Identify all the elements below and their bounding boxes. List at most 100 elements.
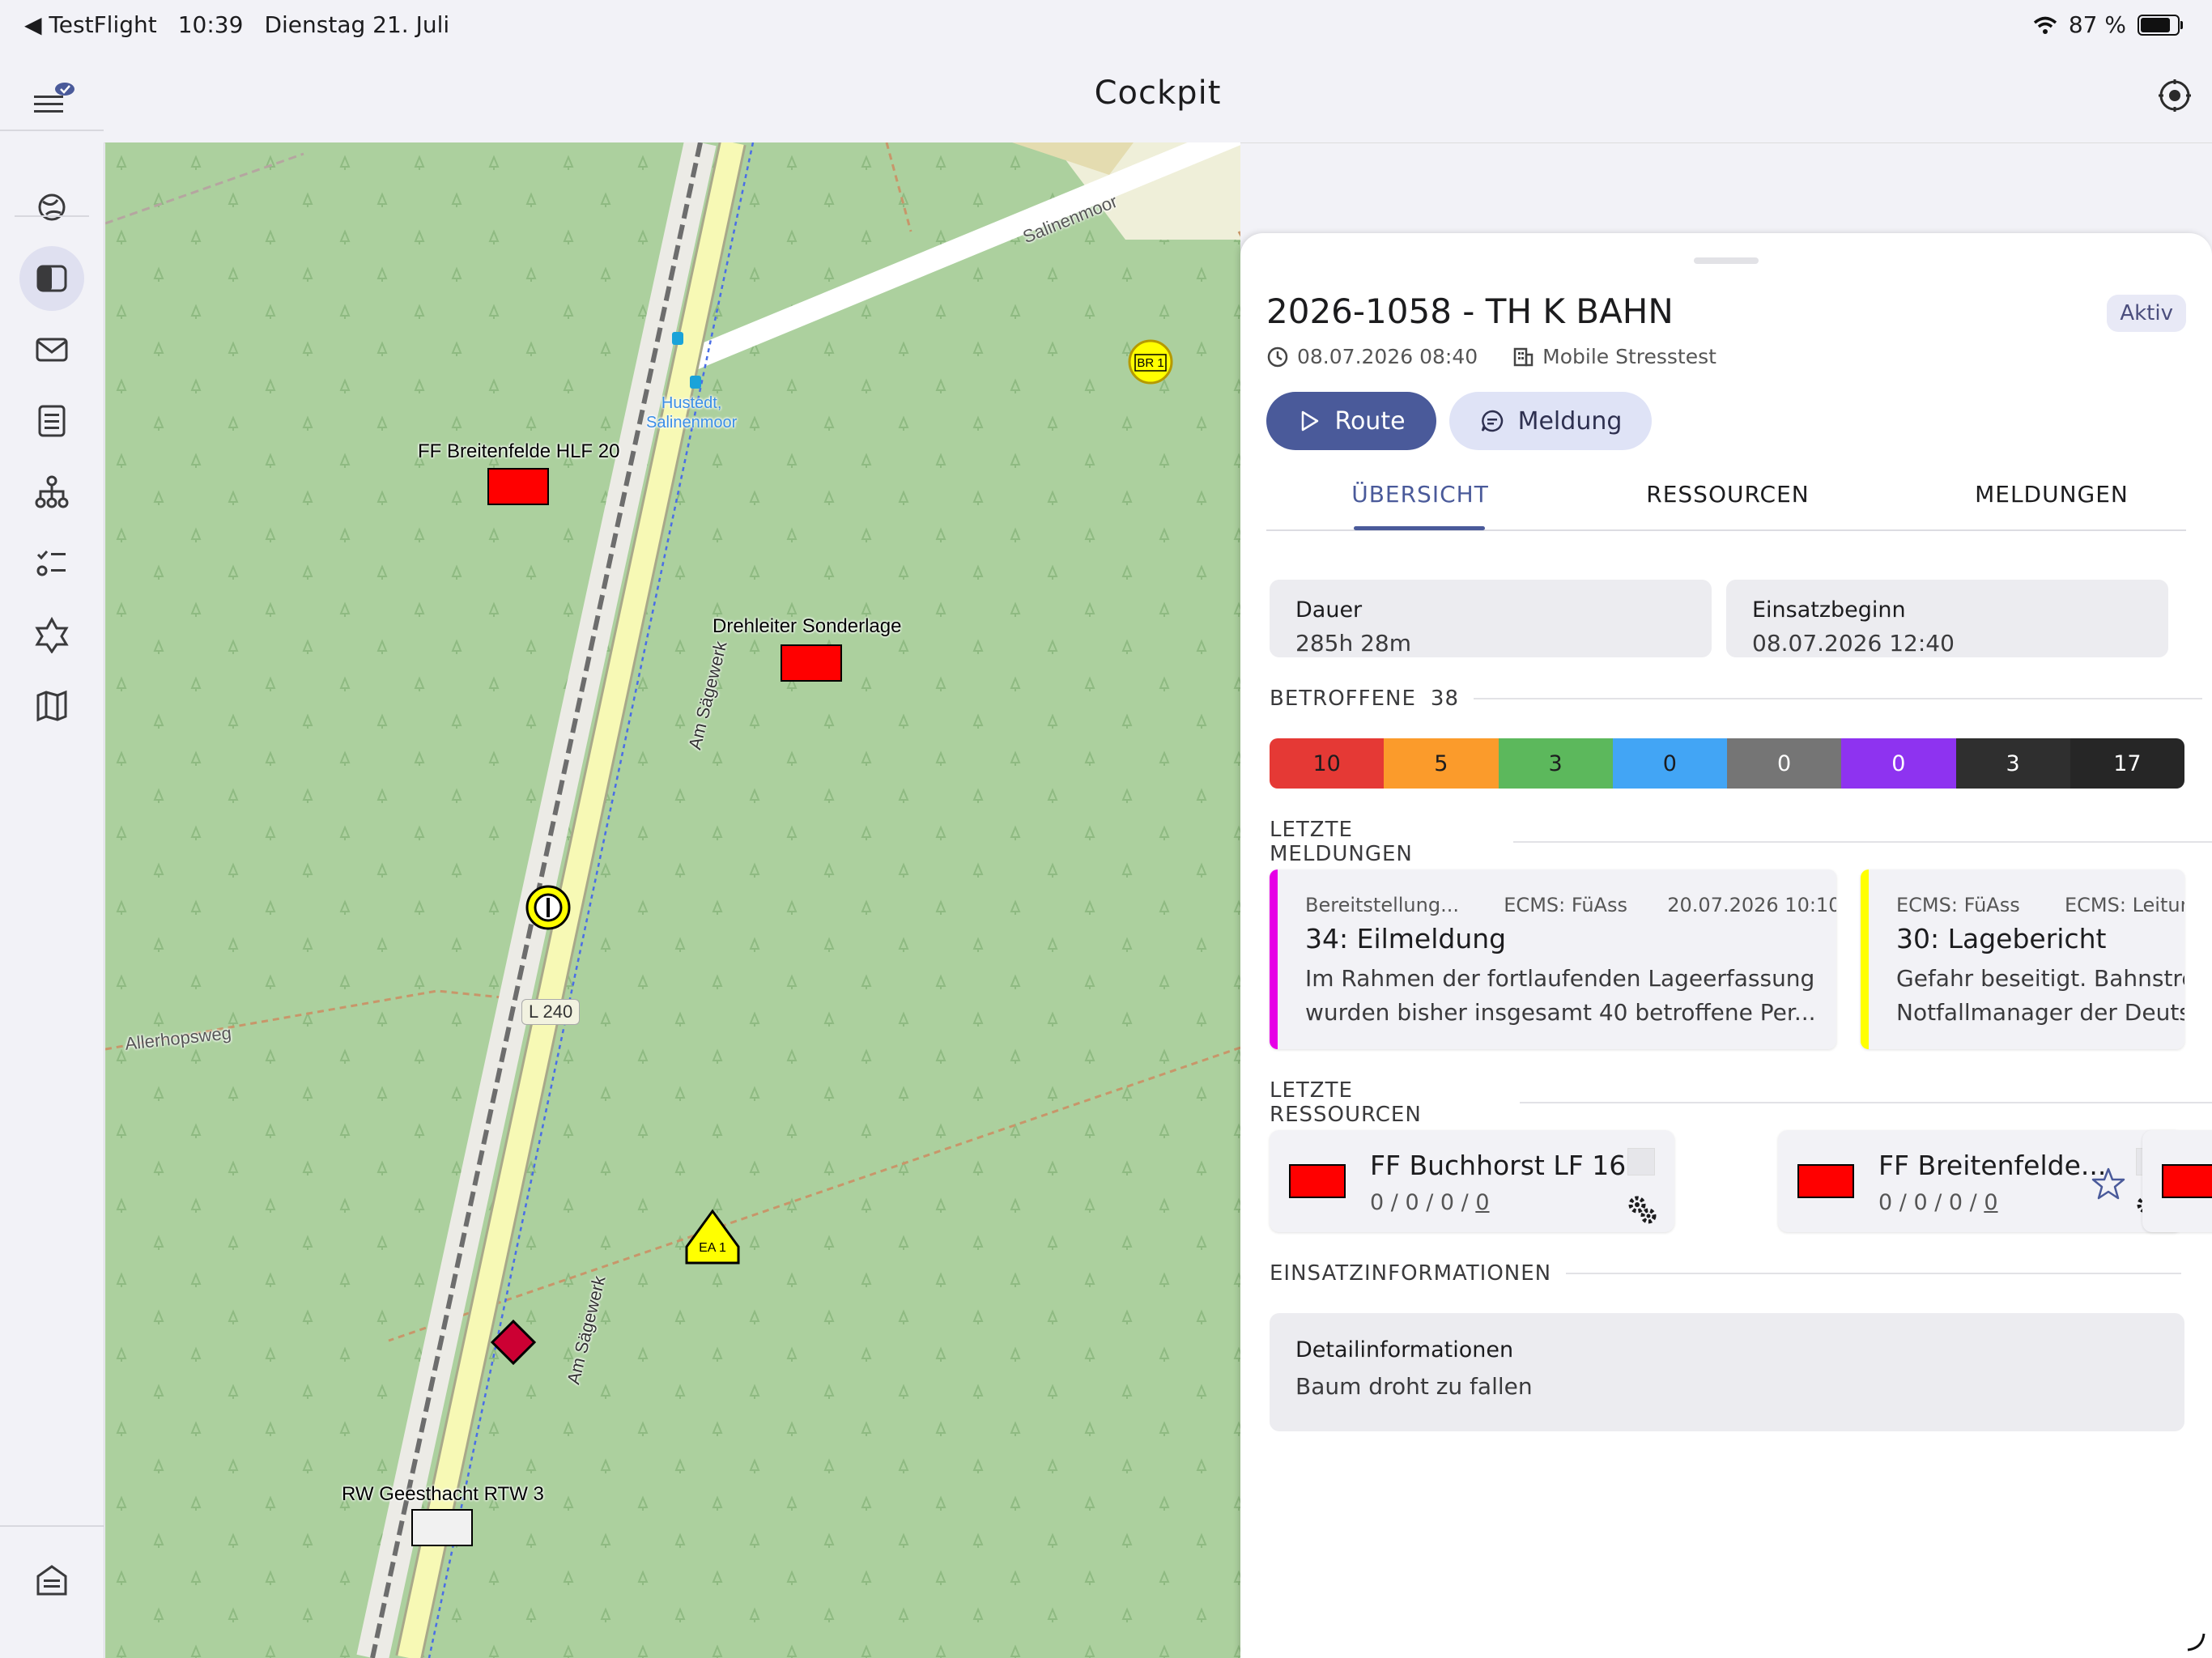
betroffene-segment: 0 [1612,738,1727,789]
panel-grabber[interactable] [1694,257,1759,264]
einsatzbeginn-card: Einsatzbeginn 08.07.2026 12:40 [1726,580,2168,657]
resource-card[interactable]: FF Breitenfelde... 0 / 0 / 0 / 0 [1778,1130,2183,1232]
message-from: Bereitstellung... [1305,894,1459,916]
hierarchy-icon [35,475,69,508]
detailinformationen-label: Detailinformationen [1295,1337,1514,1363]
dauer-value: 285h 28m [1295,630,1411,657]
betroffene-total: 38 [1430,687,1459,711]
sidebar-divider [0,130,104,131]
mail-icon [36,338,68,362]
vehicle-symbol [1289,1164,1346,1198]
message-body: Im Rahmen der fortlaufenden Lageerfassun… [1305,962,1823,1030]
star-icon[interactable] [2091,1166,2126,1201]
resource-counts-last: 0 [1475,1190,1490,1215]
betroffene-segment: 0 [1841,738,1956,789]
bus-stop-label: Hustedt, Salinenmoor [646,393,737,432]
document-list-icon [38,405,66,437]
message-header: ECMS: FüAss ECMS: Leitun [1896,894,2184,916]
message-body-line: Notfallmanager der Deuts [1896,999,2184,1026]
nav-medical[interactable] [19,602,84,667]
bus-stop-label-line2: Salinenmoor [646,414,738,432]
incident-meta: 08.07.2026 08:40 Mobile Stresstest [1266,345,1716,368]
betroffene-segment: 3 [1955,738,2070,789]
station-icon [36,1565,67,1596]
resource-counts-last: 0 [1984,1190,1998,1215]
header: Cockpit [104,52,2212,143]
sidebar-divider [0,1525,104,1527]
betroffene-header: BETROFFENE 38 [1270,687,2202,711]
bus-stop-label-line1: Hustedt, [661,394,722,412]
tab-meldungen[interactable]: MELDUNGEN [1930,481,2173,529]
battery-icon [2138,14,2183,36]
tab-uebersicht[interactable]: ÜBERSICHT [1315,481,1525,529]
nav-list[interactable] [19,389,84,453]
message-card[interactable]: Bereitstellung... ECMS: FüAss 20.07.2026… [1270,869,1836,1049]
marker-label-hlf20: FF Breitenfelde HLF 20 [418,440,620,462]
nav-map[interactable] [19,674,84,738]
marker-label-drehleiter: Drehleiter Sonderlage [713,615,902,637]
message-title: 34: Eilmeldung [1305,923,1507,954]
message-body-line: Im Rahmen der fortlaufenden Lageerfassun… [1305,965,1815,992]
message-time: 20.07.2026 10:10 [1667,894,1836,916]
message-to: ECMS: FüAss [1504,894,1627,916]
message-body-line: wurden bisher insgesamt 40 betroffene Pe… [1305,999,1816,1026]
resize-handle-icon[interactable] [2183,1629,2207,1653]
nav-checklist[interactable] [19,531,84,596]
nav-home[interactable] [19,1548,84,1613]
einsatzinformationen-header: EINSATZINFORMATIONEN [1270,1261,2182,1286]
chat-icon [1481,410,1503,432]
message-card[interactable]: ECMS: FüAss ECMS: Leitun 30: Lagebericht… [1861,869,2184,1049]
detailinformationen-card: Detailinformationen Baum droht zu fallen [1270,1313,2184,1431]
einsatzbeginn-value: 08.07.2026 12:40 [1752,630,1955,657]
incident-panel: 2026-1058 - TH K BAHN Aktiv 08.07.2026 0… [1240,233,2212,1658]
nav-panel[interactable] [19,246,84,311]
nav-dashboard[interactable] [19,175,84,240]
betroffene-segment: 3 [1498,738,1613,789]
message-accent [1861,869,1869,1049]
vehicle-marker-hlf20[interactable] [487,468,549,505]
dauer-card: Dauer 285h 28m [1270,580,1712,657]
resource-card[interactable] [2142,1130,2212,1232]
message-to: ECMS: Leitun [2065,894,2184,916]
locate-icon[interactable] [2159,79,2191,112]
dauer-label: Dauer [1295,597,1363,623]
hamburger-cloud-icon [34,83,74,113]
message-body-line: Gefahr beseitigt. Bahnstre [1896,965,2184,992]
route-button-label: Route [1334,406,1406,436]
message-title: 30: Lagebericht [1896,923,2107,954]
nav-hierarchy[interactable] [19,460,84,525]
tab-bar: ÜBERSICHT RESSOURCEN MELDUNGEN [1266,481,2186,531]
resource-counts-prefix: 0 / 0 / 0 / [1370,1190,1476,1215]
marker-label-rtw3: RW Geesthacht RTW 3 [342,1483,544,1505]
betroffene-segment: 5 [1384,738,1499,789]
betroffene-segment: 0 [1727,738,1842,789]
marker-br1[interactable]: BR 1 [1127,338,1174,385]
sidebar [0,52,104,1658]
resource-counts: 0 / 0 / 0 / 0 [1370,1190,1490,1215]
resource-card[interactable]: FF Buchhorst LF 16 0 / 0 / 0 / 0 [1270,1130,1674,1232]
betroffene-label: BETROFFENE [1270,687,1416,711]
play-icon [1302,410,1319,432]
checklist-icon [36,551,66,576]
vehicle-marker-rtw3[interactable] [411,1509,473,1546]
page-title: Cockpit [1094,74,1222,112]
meldung-button[interactable]: Meldung [1449,392,1652,450]
route-button[interactable]: Route [1266,392,1436,450]
status-date: Dienstag 21. Juli [264,11,450,38]
vehicle-marker-drehleiter[interactable] [781,644,842,682]
tab-ressourcen[interactable]: RESSOURCEN [1606,481,1849,529]
clock-icon [1267,346,1288,367]
marker-ea1[interactable]: EA 1 [683,1208,742,1266]
marker-hydrant[interactable] [525,884,572,931]
gears-icon[interactable] [1626,1193,1658,1226]
map-view[interactable]: Salinenmoor Am Sägewerk Am Sägewerk Alle… [105,142,1240,1658]
menu-button[interactable] [24,76,76,125]
resource-checkbox[interactable] [1627,1148,1655,1175]
vehicle-symbol [2162,1164,2212,1198]
nav-mail[interactable] [19,317,84,382]
back-to-app-link[interactable]: ◀ TestFlight [24,11,157,38]
message-header: Bereitstellung... ECMS: FüAss 20.07.2026… [1305,894,1836,916]
marker-incident[interactable] [491,1320,536,1365]
betroffene-bar: 10 5 3 0 0 0 3 17 [1270,738,2184,789]
sidebar-divider [15,215,89,217]
